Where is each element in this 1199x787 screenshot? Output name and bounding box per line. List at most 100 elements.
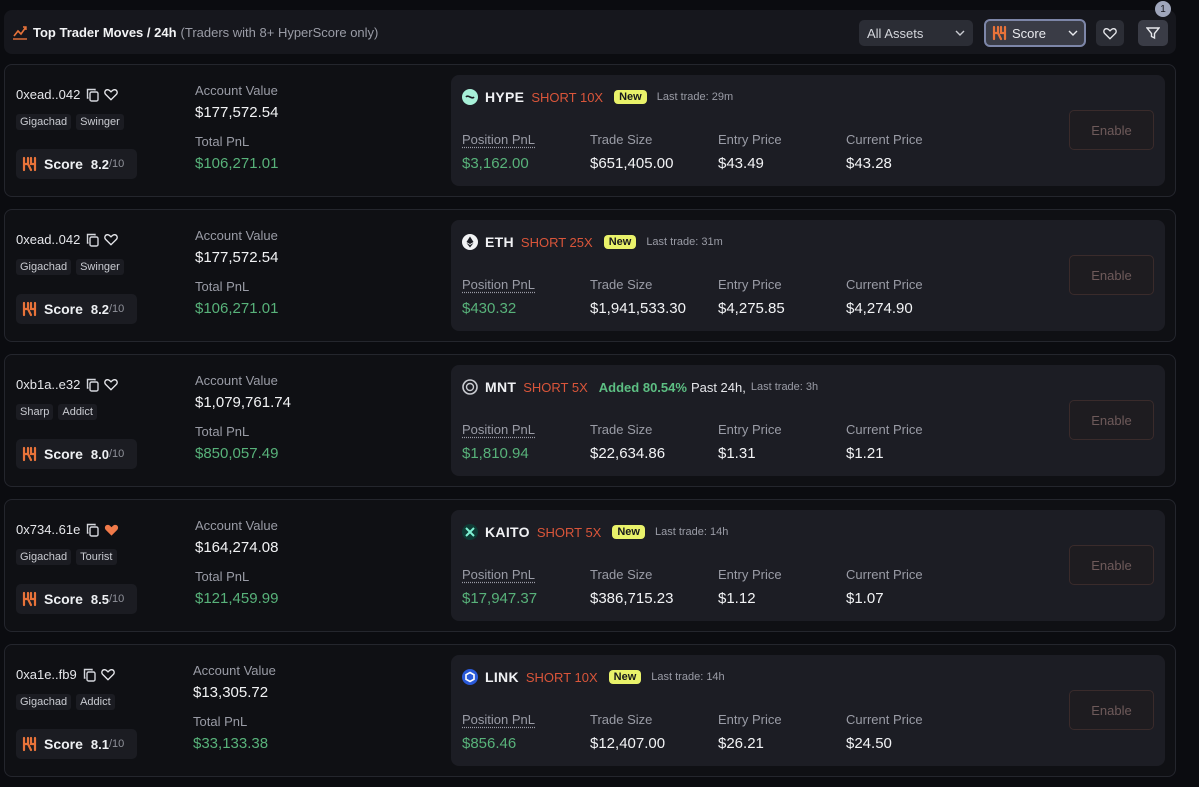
- trader-tag: Gigachad: [16, 694, 72, 710]
- enable-copy-button[interactable]: Enable: [1069, 255, 1154, 295]
- favorite-heart-icon[interactable]: [100, 668, 115, 681]
- current-price-value: $1.07: [846, 590, 884, 607]
- trader-address-text[interactable]: 0xead..042: [16, 232, 80, 247]
- trade-header: LINK SHORT 10X New Last trade: 14h: [462, 669, 725, 685]
- trader-address-text[interactable]: 0xb1a..e32: [16, 377, 80, 392]
- position-pnl: Position PnL $3,162.00: [462, 132, 535, 172]
- filter-funnel-icon: [1146, 27, 1160, 40]
- favorite-heart-icon[interactable]: [104, 233, 119, 246]
- trade-ticker: ETH: [485, 234, 514, 250]
- trade-ticker: MNT: [485, 379, 517, 395]
- assets-dropdown[interactable]: All Assets: [859, 20, 973, 46]
- trade-card: LINK SHORT 10X New Last trade: 14h Positi…: [451, 655, 1165, 766]
- entry-price: Entry Price $1.31: [718, 422, 782, 462]
- hyperscore-pill: Score 8.1 /10: [16, 729, 137, 759]
- trader-address-text[interactable]: 0x734..61e: [16, 522, 80, 537]
- enable-copy-button[interactable]: Enable: [1069, 400, 1154, 440]
- position-pnl-label[interactable]: Position PnL: [462, 567, 537, 582]
- score-denominator: /10: [109, 448, 125, 460]
- favorites-filter-button[interactable]: [1096, 20, 1124, 46]
- entry-price-label: Entry Price: [718, 132, 782, 147]
- total-pnl-label: Total PnL: [195, 279, 250, 294]
- total-pnl-label: Total PnL: [195, 569, 250, 584]
- trade-side: SHORT 25X: [520, 234, 593, 250]
- account-value: $177,572.54: [195, 249, 279, 266]
- trade-side: SHORT 10X: [525, 669, 598, 685]
- trader-address: 0x734..61e: [16, 522, 124, 537]
- trade-card: KAITO SHORT 5X New Last trade: 14h Positi…: [451, 510, 1165, 621]
- hyperscore-logo-icon: [22, 736, 37, 752]
- trader-tags: Gigachad Swinger: [16, 114, 124, 130]
- trade-header: KAITO SHORT 5X New Last trade: 14h: [462, 524, 728, 540]
- trader-tag: Swinger: [76, 259, 124, 275]
- copy-icon[interactable]: [83, 668, 96, 682]
- trade-size-label: Trade Size: [590, 712, 653, 727]
- new-badge: New: [608, 670, 642, 684]
- hyperscore-pill: Score 8.0 /10: [16, 439, 137, 469]
- current-price-value: $4,274.90: [846, 300, 913, 317]
- favorite-heart-icon[interactable]: [104, 378, 119, 391]
- score-label: Score: [44, 301, 83, 317]
- last-trade-time: Last trade: 14h: [651, 671, 725, 683]
- account-value-label: Account Value: [193, 663, 276, 678]
- account-value-label: Account Value: [195, 518, 278, 533]
- enable-copy-button[interactable]: Enable: [1069, 545, 1154, 585]
- last-trade-time: Last trade: 29m: [656, 91, 734, 103]
- position-pnl-label[interactable]: Position PnL: [462, 277, 535, 292]
- entry-price: Entry Price $4,275.85: [718, 277, 785, 317]
- position-pnl-label[interactable]: Position PnL: [462, 132, 535, 147]
- position-pnl-label[interactable]: Position PnL: [462, 712, 535, 727]
- score-denominator: /10: [109, 738, 125, 750]
- trader-tag: Gigachad: [16, 114, 72, 130]
- position-pnl: Position PnL $17,947.37: [462, 567, 537, 607]
- entry-price-value: $4,275.85: [718, 300, 785, 317]
- score-denominator: /10: [109, 158, 125, 170]
- trader-tags: Gigachad Tourist: [16, 549, 117, 565]
- current-price-label: Current Price: [846, 712, 923, 727]
- position-pnl-value: $3,162.00: [462, 155, 529, 172]
- trader-address-text[interactable]: 0xa1e..fb9: [16, 667, 77, 682]
- trader-address-text[interactable]: 0xead..042: [16, 87, 80, 102]
- account-summary: Account Value $1,079,761.74 Total PnL $8…: [195, 373, 291, 462]
- position-pnl-value: $430.32: [462, 300, 517, 317]
- entry-price-value: $1.31: [718, 445, 756, 462]
- total-pnl-label: Total PnL: [193, 714, 248, 729]
- position-pnl-label[interactable]: Position PnL: [462, 422, 535, 437]
- trade-size: Trade Size $22,634.86: [590, 422, 665, 462]
- trader-row: 0xa1e..fb9 Gigachad Addict Score 8.1 /10…: [4, 644, 1176, 777]
- trade-size-value: $12,407.00: [590, 735, 666, 752]
- trade-side: SHORT 5X: [536, 524, 602, 540]
- kaito-icon: [462, 524, 478, 540]
- current-price-label: Current Price: [846, 277, 923, 292]
- chevron-down-icon: [1068, 30, 1078, 36]
- enable-copy-button[interactable]: Enable: [1069, 110, 1154, 150]
- score-sort-dropdown[interactable]: Score: [984, 19, 1086, 47]
- trade-card: ETH SHORT 25X New Last trade: 31m Positio…: [451, 220, 1165, 331]
- copy-icon[interactable]: [86, 233, 100, 247]
- copy-icon[interactable]: [86, 523, 100, 537]
- hype-icon: [462, 89, 478, 105]
- new-badge: New: [612, 525, 645, 539]
- enable-copy-button[interactable]: Enable: [1069, 690, 1154, 730]
- copy-icon[interactable]: [86, 88, 100, 102]
- entry-price: Entry Price $43.49: [718, 132, 782, 172]
- account-value: $177,572.54: [195, 104, 279, 121]
- trade-size-label: Trade Size: [590, 277, 653, 292]
- total-pnl-value: $850,057.49: [195, 445, 279, 462]
- favorite-heart-icon[interactable]: [104, 88, 119, 101]
- trader-row: 0xead..042 Gigachad Swinger Score 8.2 /1…: [4, 209, 1176, 342]
- trader-tags: Gigachad Swinger: [16, 259, 124, 275]
- hyperscore-logo-icon: [22, 446, 37, 462]
- entry-price-label: Entry Price: [718, 712, 782, 727]
- total-pnl-value: $106,271.01: [195, 300, 279, 317]
- copy-icon[interactable]: [86, 378, 100, 392]
- trade-size-label: Trade Size: [590, 567, 653, 582]
- current-price-value: $43.28: [846, 155, 892, 172]
- trade-ticker: HYPE: [485, 89, 525, 105]
- trader-address: 0xa1e..fb9: [16, 667, 120, 682]
- new-badge: New: [614, 90, 647, 104]
- favorite-heart-filled-icon[interactable]: [104, 523, 119, 537]
- new-badge: New: [603, 235, 637, 249]
- trade-card: HYPE SHORT 10X New Last trade: 29m Positi…: [451, 75, 1165, 186]
- filter-button[interactable]: [1138, 20, 1168, 46]
